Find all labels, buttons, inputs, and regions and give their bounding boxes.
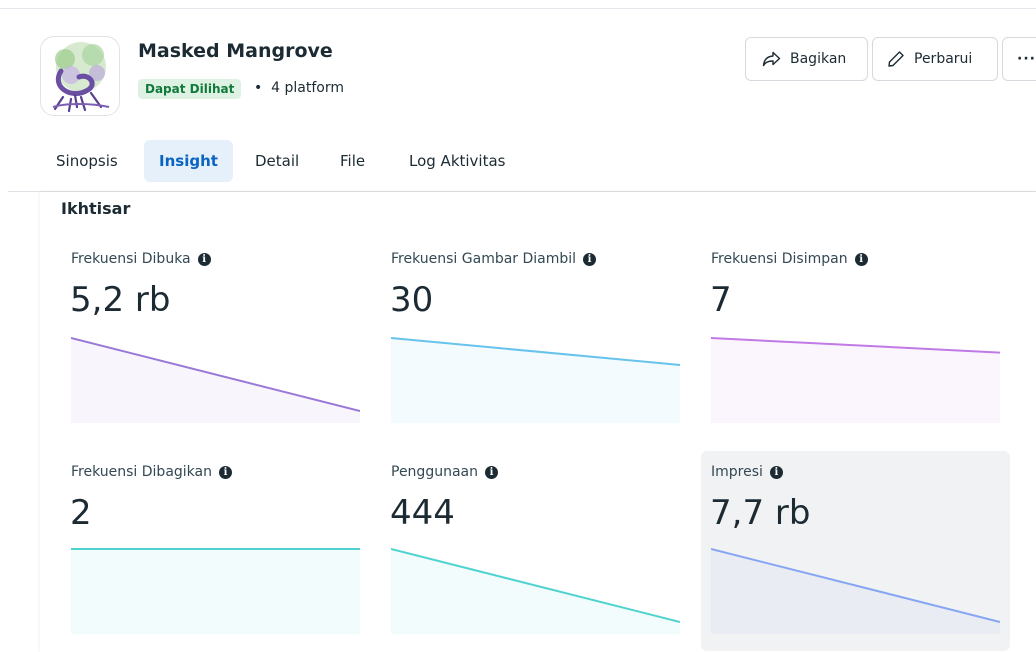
metric-label-text: Frekuensi Dibagikan	[71, 464, 212, 480]
sparkline-area	[71, 338, 360, 423]
sparkline-opens	[71, 337, 360, 423]
platform-info: • 4 platform	[254, 80, 344, 96]
info-icon[interactable]: i	[583, 252, 597, 266]
section-title: Ikhtisar	[61, 199, 131, 218]
app-title: Masked Mangrove	[138, 40, 333, 62]
update-button[interactable]: Perbarui	[872, 37, 998, 81]
metric-label-text: Frekuensi Gambar Diambil	[391, 251, 577, 267]
sparkline-shares	[71, 548, 360, 634]
metric-value-usage: 444	[390, 493, 455, 533]
top-border	[0, 8, 1036, 9]
separator-dot: •	[254, 80, 263, 96]
sparkline-area	[711, 549, 1000, 634]
share-arrow-icon	[762, 51, 781, 67]
tab-label: Insight	[159, 152, 218, 170]
metric-label-usage: Penggunaan i	[391, 464, 498, 480]
metric-value-saves: 7	[710, 280, 732, 320]
sparkline-impressions	[711, 548, 1000, 634]
metric-label-screenshots: Frekuensi Gambar Diambil i	[391, 251, 597, 267]
tab-log-aktivitas[interactable]: Log Aktivitas	[394, 140, 521, 182]
share-label: Bagikan	[790, 51, 847, 67]
share-button[interactable]: Bagikan	[745, 37, 868, 81]
metric-value-screenshots: 30	[390, 280, 434, 320]
tab-label: Detail	[255, 152, 300, 170]
tab-insight[interactable]: Insight	[144, 140, 233, 182]
info-icon[interactable]: i	[854, 252, 868, 266]
update-label: Perbarui	[914, 51, 973, 67]
pencil-icon	[888, 51, 904, 67]
sparkline-usage	[391, 548, 680, 634]
status-badge: Dapat Dilihat	[138, 79, 242, 99]
more-options-button[interactable]: ···	[1002, 37, 1036, 81]
info-icon[interactable]: i	[769, 465, 783, 479]
metric-value-shares: 2	[70, 493, 92, 533]
tab-sinopsis[interactable]: Sinopsis	[41, 140, 133, 182]
tab-label: Log Aktivitas	[409, 152, 506, 170]
tab-file[interactable]: File	[325, 140, 380, 182]
metric-label-shares: Frekuensi Dibagikan i	[71, 464, 232, 480]
sparkline-area	[71, 549, 360, 634]
platform-count: 4 platform	[271, 80, 345, 96]
metric-label-text: Penggunaan	[391, 464, 478, 480]
sparkline-area	[391, 549, 680, 634]
metric-label-opens: Frekuensi Dibuka i	[71, 251, 211, 267]
metric-label-impressions: Impresi i	[711, 464, 783, 480]
sparkline-saves	[711, 337, 1000, 423]
info-icon[interactable]: i	[219, 465, 232, 479]
tab-detail[interactable]: Detail	[240, 140, 314, 182]
metric-label-saves: Frekuensi Disimpan i	[711, 251, 868, 267]
info-icon[interactable]: i	[197, 252, 211, 266]
tab-label: File	[340, 152, 366, 170]
sparkline-screenshots	[391, 337, 680, 423]
app-icon	[40, 36, 120, 116]
metric-label-text: Frekuensi Disimpan	[711, 251, 848, 267]
metric-label-text: Frekuensi Dibuka	[71, 251, 191, 267]
metric-value-impressions: 7,7 rb	[710, 493, 811, 533]
metric-label-text: Impresi	[711, 464, 763, 480]
tab-label: Sinopsis	[56, 152, 118, 170]
info-icon[interactable]: i	[484, 465, 498, 479]
metric-value-opens: 5,2 rb	[70, 280, 171, 320]
mangrove-tree-logo-icon	[52, 42, 110, 113]
more-label: ···	[1017, 51, 1036, 67]
